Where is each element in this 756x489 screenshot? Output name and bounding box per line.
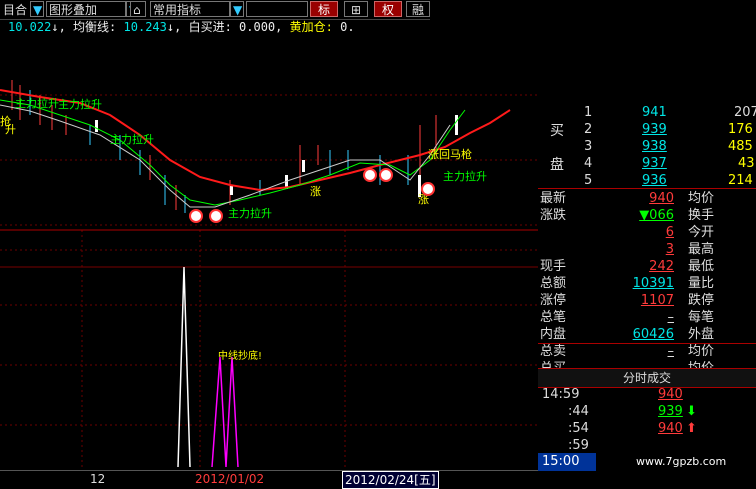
stat-row: 最新 940 均价	[538, 190, 756, 207]
mark-button[interactable]: 标	[310, 1, 338, 17]
layout-dropdown-arrow[interactable]: ▼	[30, 1, 44, 17]
stat-row: 总额 10391 量比	[538, 275, 756, 292]
stat-value: 3	[665, 242, 674, 257]
stat-label-2: 今开	[688, 225, 715, 240]
axis-date-1: 2012/01/02	[195, 472, 265, 486]
volume-label: 中线抄底!	[218, 349, 262, 362]
stat-label-2: 最低	[688, 259, 715, 274]
stat-value: 242	[649, 259, 674, 274]
stat-label: 最新	[540, 191, 567, 206]
toolbar: 目合 ▼ 图形叠加 ▼ ⌂ 常用指标 ▼ 标 ⊞ 权 融	[0, 0, 430, 20]
buy-value: 0.000,	[239, 20, 283, 34]
indicator-button[interactable]: 常用指标	[150, 1, 230, 17]
stat-row: 6 今开	[538, 224, 756, 241]
watermark: www.7gpzb.com	[636, 455, 727, 468]
stats-separator	[538, 343, 756, 344]
annotation-2: 主力拉升	[58, 97, 102, 111]
indicator-dropdown-arrow[interactable]: ▼	[230, 1, 244, 17]
stat-label: 涨跌	[540, 208, 567, 223]
panel-separator	[538, 188, 756, 189]
stat-row: 内盘 60426 外盘	[538, 326, 756, 343]
bid-row: 5 936 214	[584, 173, 753, 188]
stat-label-2: 跌停	[688, 293, 715, 308]
stat-label-2: 每笔	[688, 310, 715, 325]
stat-value: 940	[649, 191, 674, 206]
stat-label: 涨停	[540, 293, 567, 308]
bid-row: 3 938 485	[584, 139, 753, 154]
stat-row: 总卖 – 均价	[538, 343, 756, 360]
stat-row: 现手 242 最低	[538, 258, 756, 275]
stat-label-2: 换手	[688, 208, 715, 223]
buy-label: 白买进:	[188, 20, 232, 34]
stat-label: 内盘	[540, 327, 567, 342]
toolbar-spacer	[246, 1, 308, 17]
stat-row: 涨停 1107 跌停	[538, 292, 756, 309]
stat-value: 10391	[632, 276, 674, 291]
annotation-5: 涨	[310, 185, 321, 198]
stat-value: 1107	[640, 293, 674, 308]
tick-row: 14:59 940	[542, 387, 683, 402]
current-time: 15:00	[538, 453, 596, 471]
rights-button[interactable]: 权	[374, 1, 402, 17]
bid-row: 2 939 176	[584, 122, 753, 137]
overlay-button[interactable]: 图形叠加	[46, 1, 126, 17]
stat-label-2: 均价	[688, 191, 715, 206]
ticks-header: 分时成交	[538, 368, 756, 388]
stat-row: 3 最高	[538, 241, 756, 258]
price-chart[interactable]: 主力拉升 主力拉升 主力拉升 主力拉升 涨 涨回马枪 抢 升 涨 主力拉升 中线…	[0, 35, 538, 470]
stat-label-2: 最高	[688, 242, 715, 257]
add-label: 黄加仓:	[289, 20, 333, 34]
stat-label: 总笔	[540, 310, 567, 325]
annotation-10: 主力拉升	[443, 169, 487, 183]
add-value: 0.	[340, 20, 355, 34]
stat-value: 6	[665, 225, 674, 240]
layout-combo[interactable]: 目合	[0, 1, 30, 17]
axis-label-left: 12	[90, 472, 106, 486]
indicator-readout: 10.022↓, 均衡线: 10.243↓, 白买进: 0.000, 黄加仓: …	[8, 20, 355, 34]
time-axis: 12 2012/01/02 2012/02/24[五]	[0, 470, 538, 489]
tick-row: :44 939 ⬇	[568, 404, 697, 419]
annotation-8: 升	[5, 123, 16, 136]
annotation-1: 主力拉升	[15, 96, 59, 110]
quote-panel: 买 盘 1 941 207 2 939 176 3 938 485 4 937 …	[538, 105, 756, 487]
stat-label-2: 外盘	[688, 327, 715, 342]
stat-row: 涨跌 ▼066 换手	[538, 207, 756, 224]
tick-row: :59	[568, 438, 589, 453]
stat-label: 总额	[540, 276, 567, 291]
stat-label: 现手	[540, 259, 567, 274]
grid-icon[interactable]: ⊞	[344, 1, 368, 17]
tick-row: :54 940 ⬆	[568, 421, 697, 436]
value-one: 10.022	[8, 20, 52, 34]
stat-value: ▼066	[639, 208, 674, 223]
bid-row: 4 937 43	[584, 156, 755, 171]
margin-button[interactable]: 融	[406, 1, 430, 17]
stat-value: –	[667, 310, 675, 325]
bid-row: 1 941 207	[584, 105, 756, 120]
stat-label-2: 均价	[688, 344, 715, 359]
stat-label: 总卖	[540, 344, 567, 359]
stat-row: 总笔 – 每笔	[538, 309, 756, 326]
stat-label-2: 量比	[688, 276, 715, 291]
ma-value: 10.243	[123, 20, 167, 34]
stat-value: 60426	[632, 327, 674, 342]
home-icon[interactable]: ⌂	[130, 1, 146, 17]
axis-date-cursor[interactable]: 2012/02/24[五]	[342, 471, 439, 489]
ma-label: 均衡线:	[73, 20, 117, 34]
annotation-4: 主力拉升	[228, 206, 272, 220]
annotation-3: 主力拉升	[110, 132, 154, 146]
stat-value: –	[667, 344, 675, 359]
annotation-6: 涨回马枪	[428, 147, 472, 161]
